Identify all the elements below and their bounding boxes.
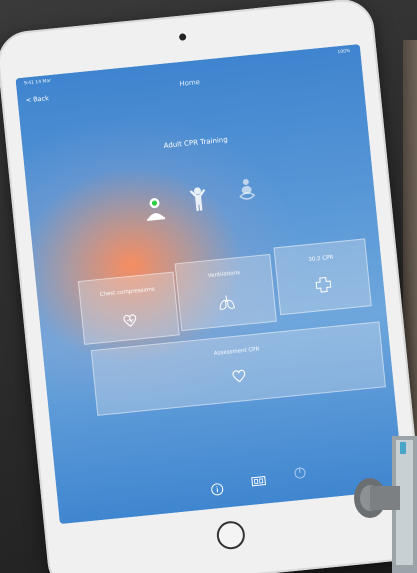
tile-label: 30:2 CPR [308, 254, 334, 264]
heart-hands-icon [120, 310, 140, 330]
tile-ventilations[interactable]: Ventilations [174, 253, 277, 332]
tile-30-2-cpr[interactable]: 30:2 CPR [273, 238, 372, 316]
patient-type-selector [28, 167, 376, 235]
battery-indicator: 100% [337, 48, 351, 56]
front-camera [178, 33, 187, 41]
heart-icon [229, 366, 249, 386]
cross-icon [314, 275, 334, 295]
page-title: Adult CPR Training [163, 135, 229, 150]
infant-figure-icon[interactable] [233, 175, 260, 205]
training-mannequin-airway [352, 436, 417, 573]
child-figure-icon[interactable] [185, 184, 212, 214]
adult-head-icon[interactable] [142, 194, 169, 224]
power-icon[interactable] [291, 465, 308, 481]
app-screen: 9:41 14 Mar 100% < Back Home Adult CPR T… [15, 43, 405, 525]
lungs-icon [217, 293, 237, 313]
photo-scene: 9:41 14 Mar 100% < Back Home Adult CPR T… [0, 0, 417, 573]
home-button[interactable] [215, 519, 247, 551]
device-icon[interactable] [250, 473, 267, 489]
status-time: 9:41 14 Mar [23, 78, 52, 87]
tile-label: Ventilations [207, 270, 241, 280]
tile-label: Chest compressions [99, 286, 155, 299]
tile-chest-compressions[interactable]: Chest compressions [77, 271, 180, 345]
info-icon[interactable] [209, 482, 226, 498]
